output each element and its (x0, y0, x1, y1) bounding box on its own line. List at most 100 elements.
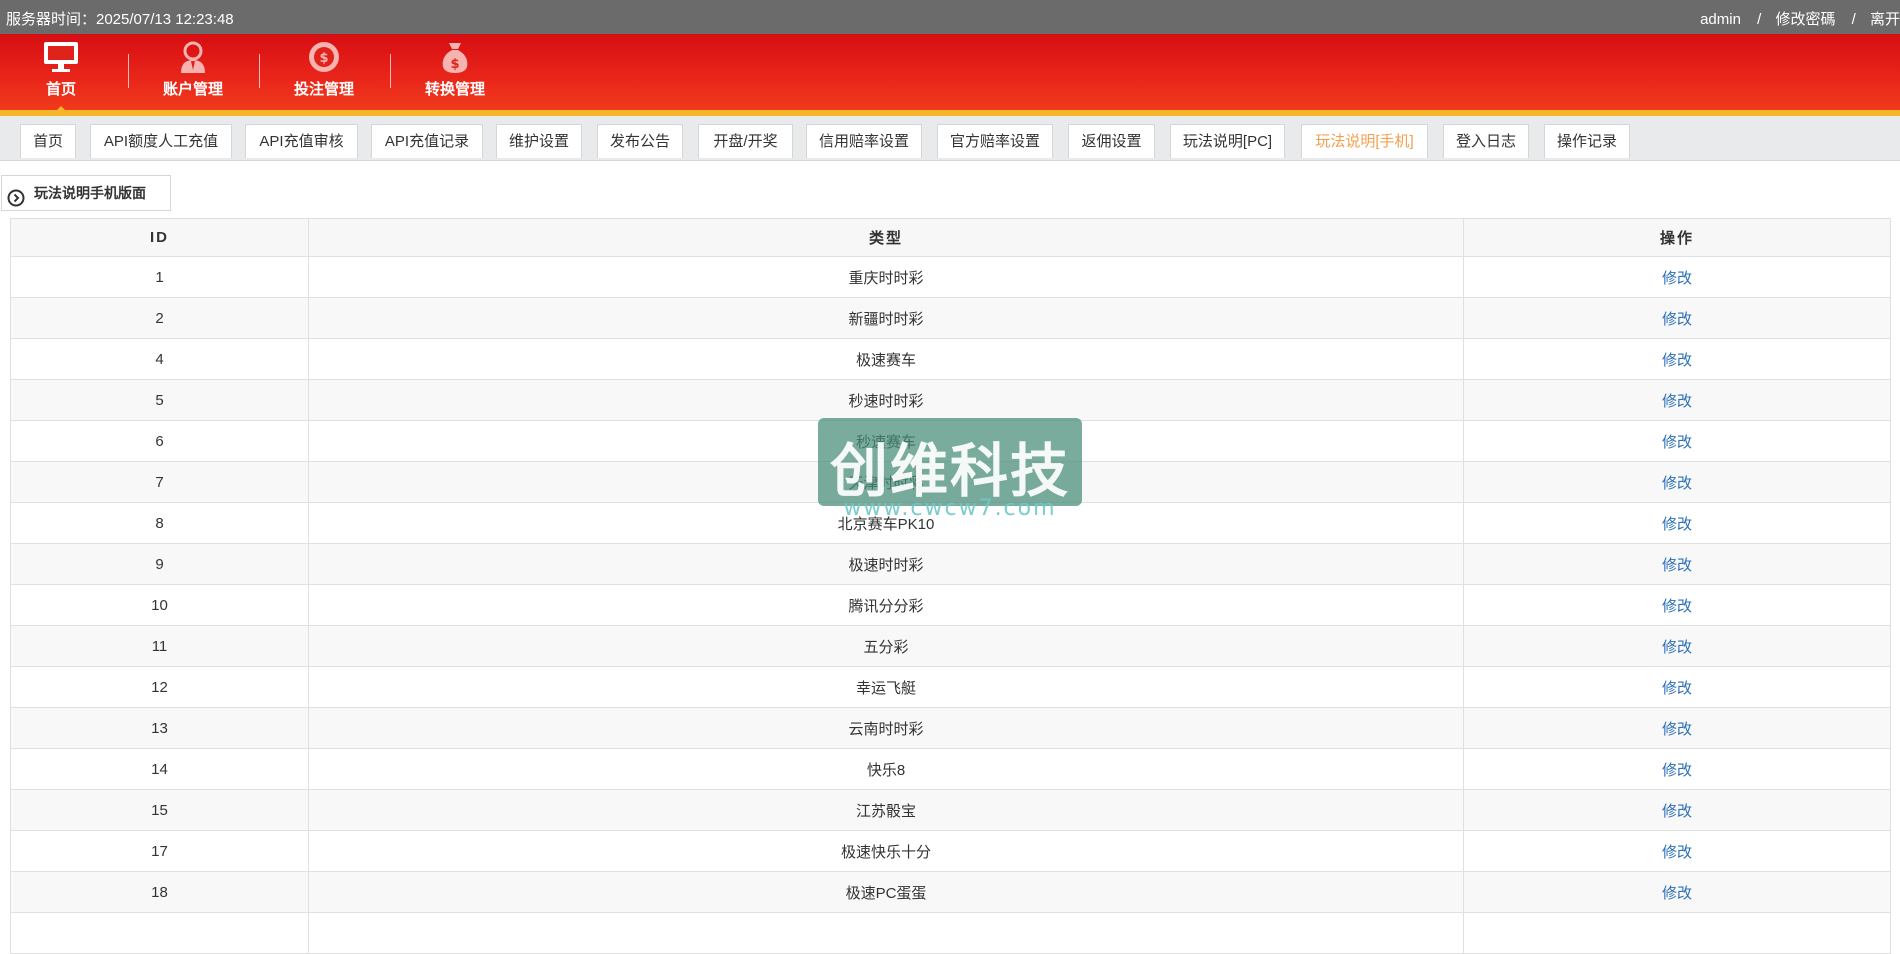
cell-type: 幸运飞艇 (308, 666, 1464, 708)
main-header: 首页 账户管理 $ 投注管理 $ 转换管理 (0, 34, 1900, 116)
table-row: 12 幸运飞艇 修改 (10, 666, 1891, 708)
cell-action: 修改 (1463, 256, 1891, 298)
edit-link[interactable]: 修改 (1662, 270, 1692, 287)
tab-rebate-settings[interactable]: 返佣设置 (1068, 124, 1155, 158)
tab-login-log[interactable]: 登入日志 (1443, 124, 1529, 158)
cell-type: 秒速赛车 (308, 420, 1464, 462)
edit-link[interactable]: 修改 (1662, 721, 1692, 738)
tab-official-odds-settings[interactable]: 官方赔率设置 (937, 124, 1053, 158)
tab-open-draw[interactable]: 开盘/开奖 (698, 124, 793, 158)
cell-action: 修改 (1463, 420, 1891, 462)
nav-home-label: 首页 (45, 81, 76, 98)
edit-link[interactable]: 修改 (1662, 434, 1692, 451)
nav-divider (390, 54, 391, 88)
cell-type: 北京赛车PK10 (308, 502, 1464, 544)
cell-type: 腾讯分分彩 (308, 584, 1464, 626)
cell-id: 18 (10, 871, 309, 913)
table-row: 14 快乐8 修改 (10, 748, 1891, 790)
edit-link[interactable]: 修改 (1662, 516, 1692, 533)
cell-id: 10 (10, 584, 309, 626)
cell-id: 17 (10, 830, 309, 872)
tab-publish-announcement[interactable]: 发布公告 (597, 124, 683, 158)
tab-home[interactable]: 首页 (20, 124, 76, 158)
svg-text:$: $ (319, 51, 328, 66)
table-row (10, 912, 1891, 954)
edit-link[interactable]: 修改 (1662, 352, 1692, 369)
user-icon (138, 40, 248, 74)
cell-action: 修改 (1463, 543, 1891, 585)
tab-api-recharge-records[interactable]: API充值记录 (371, 124, 483, 158)
edit-link[interactable]: 修改 (1662, 557, 1692, 574)
svg-text:$: $ (450, 57, 459, 72)
header-type: 类型 (308, 218, 1464, 257)
cell-type: 极速赛车 (308, 338, 1464, 380)
cell-id: 1 (10, 256, 309, 298)
monitor-icon (6, 40, 116, 74)
edit-link[interactable]: 修改 (1662, 598, 1692, 615)
edit-link[interactable]: 修改 (1662, 803, 1692, 820)
table-row: 18 极速PC蛋蛋 修改 (10, 871, 1891, 913)
table-row: 8 北京赛车PK10 修改 (10, 502, 1891, 544)
edit-link[interactable]: 修改 (1662, 475, 1692, 492)
tab-operation-records[interactable]: 操作记录 (1544, 124, 1630, 158)
table-row: 15 江苏骰宝 修改 (10, 789, 1891, 831)
cell-action: 修改 (1463, 666, 1891, 708)
cell-id: 7 (10, 461, 309, 503)
cell-id: 5 (10, 379, 309, 421)
section-header: 玩法说明手机版面 (1, 175, 171, 211)
chip-icon: $ (269, 40, 379, 74)
cell-action (1463, 912, 1891, 954)
table-header-row: ID 类型 操作 (10, 218, 1891, 257)
cell-action: 修改 (1463, 338, 1891, 380)
cell-type: 五分彩 (308, 625, 1464, 667)
cell-id: 8 (10, 502, 309, 544)
cell-action: 修改 (1463, 789, 1891, 831)
cell-type: 新疆时时彩 (308, 297, 1464, 339)
table-row: 9 极速时时彩 修改 (10, 543, 1891, 585)
cell-action: 修改 (1463, 297, 1891, 339)
cell-action: 修改 (1463, 625, 1891, 667)
nav-transfer-management[interactable]: $ 转换管理 (400, 40, 510, 108)
rules-table-container: ID 类型 操作 1 重庆时时彩 修改 2 新疆时时彩 修改 4 极速赛车 修改 (10, 218, 1891, 954)
money-bag-icon: $ (400, 40, 510, 74)
edit-link[interactable]: 修改 (1662, 885, 1692, 902)
username: admin (1700, 11, 1741, 28)
tab-rules-pc[interactable]: 玩法说明[PC] (1170, 124, 1285, 158)
table-row: 7 天津时时彩 修改 (10, 461, 1891, 503)
edit-link[interactable]: 修改 (1662, 393, 1692, 410)
tab-rules-mobile[interactable]: 玩法说明[手机] (1301, 124, 1428, 158)
nav-home[interactable]: 首页 (6, 40, 116, 112)
tab-api-recharge-review[interactable]: API充值审核 (245, 124, 358, 158)
edit-link[interactable]: 修改 (1662, 311, 1692, 328)
cell-type: 江苏骰宝 (308, 789, 1464, 831)
cell-type: 快乐8 (308, 748, 1464, 790)
cell-type: 秒速时时彩 (308, 379, 1464, 421)
nav-betting-management[interactable]: $ 投注管理 (269, 40, 379, 108)
tab-bar: 首页 API额度人工充值 API充值审核 API充值记录 维护设置 发布公告 开… (0, 116, 1900, 161)
table-row: 4 极速赛车 修改 (10, 338, 1891, 380)
tab-credit-odds-settings[interactable]: 信用赔率设置 (806, 124, 922, 158)
change-password-link[interactable]: 修改密碼 (1775, 11, 1835, 28)
top-user-menu: admin / 修改密碼 / 离开 (1692, 8, 1900, 29)
cell-action: 修改 (1463, 830, 1891, 872)
cell-id: 11 (10, 625, 309, 667)
separator: / (1757, 11, 1762, 28)
cell-action: 修改 (1463, 584, 1891, 626)
edit-link[interactable]: 修改 (1662, 762, 1692, 779)
table-row: 17 极速快乐十分 修改 (10, 830, 1891, 872)
edit-link[interactable]: 修改 (1662, 639, 1692, 656)
tab-api-manual-recharge[interactable]: API额度人工充值 (90, 124, 232, 158)
cell-type: 极速时时彩 (308, 543, 1464, 585)
cell-id: 12 (10, 666, 309, 708)
cell-type: 云南时时彩 (308, 707, 1464, 749)
edit-link[interactable]: 修改 (1662, 680, 1692, 697)
nav-account-label: 账户管理 (162, 81, 223, 98)
header-action: 操作 (1463, 218, 1891, 257)
logout-link[interactable]: 离开 (1870, 11, 1900, 28)
edit-link[interactable]: 修改 (1662, 844, 1692, 861)
cell-id: 14 (10, 748, 309, 790)
cell-id: 6 (10, 420, 309, 462)
cell-type: 极速快乐十分 (308, 830, 1464, 872)
nav-account-management[interactable]: 账户管理 (138, 40, 248, 108)
tab-maintenance-settings[interactable]: 维护设置 (496, 124, 582, 158)
